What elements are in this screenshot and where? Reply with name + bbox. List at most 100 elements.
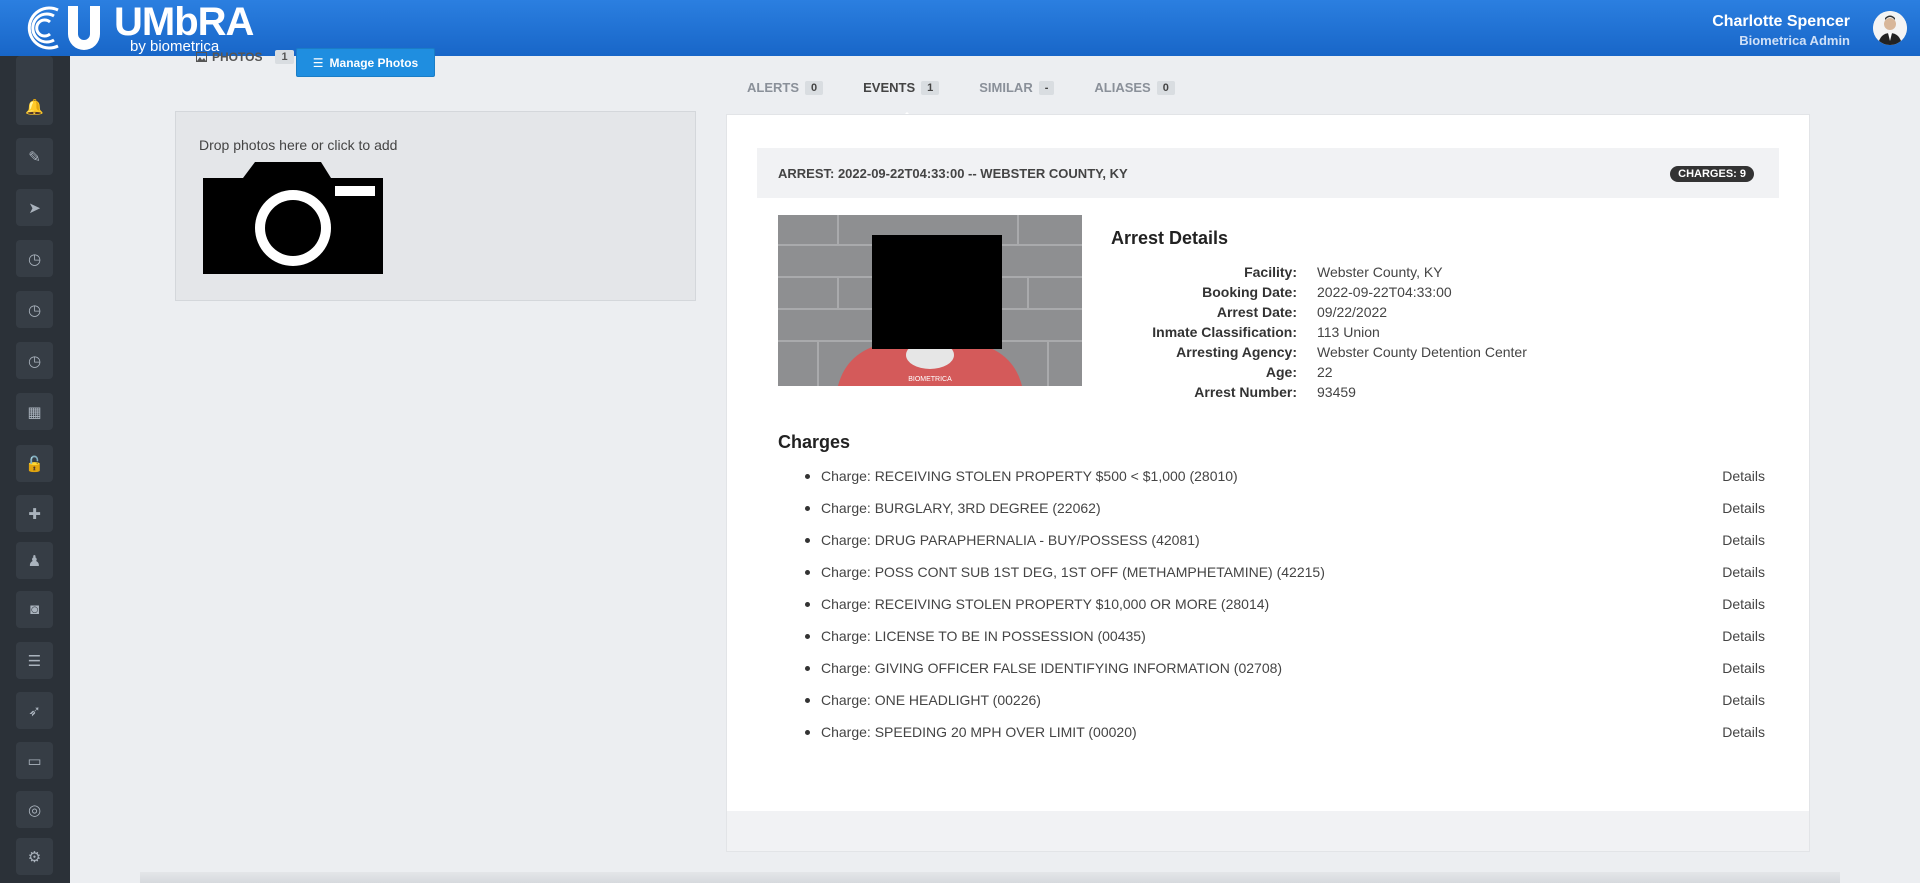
sidebar-item-book[interactable]: ▭ [16,742,53,779]
arrest-details-heading: Arrest Details [1111,228,1229,248]
avatar[interactable] [1873,11,1907,45]
sidebar-item-life-ring[interactable]: ◎ [16,791,53,828]
bottom-edge [140,872,1840,883]
tab-alerts[interactable]: ALERTS 0 [747,80,824,95]
detail-label: Booking Date: [1202,284,1297,300]
charge-details-link[interactable]: Details [1722,466,1765,486]
gears-icon: ⚙ [27,848,42,866]
charge-details-link[interactable]: Details [1722,562,1765,582]
paper-plane-icon: ➤ [28,199,41,217]
sidebar-item-plus[interactable]: ✚ [16,495,53,532]
detail-label: Arresting Agency: [1176,344,1297,360]
list-item: Charge: SPEEDING 20 MPH OVER LIMIT (0002… [778,722,1765,754]
manage-photos-label: Manage Photos [329,55,419,70]
charge-text: Charge: POSS CONT SUB 1ST DEG, 1ST OFF (… [821,564,1325,580]
bell-icon: 🔔 [25,98,44,116]
clock-icon: ◷ [27,352,42,370]
list-icon: ☰ [27,652,42,670]
detail-row: Arresting Agency: Webster County Detentio… [1117,342,1527,362]
tab-similar[interactable]: SIMILAR - [979,80,1055,95]
charge-details-link[interactable]: Details [1722,530,1765,550]
calendar-icon: ▦ [27,403,42,421]
list-item: Charge: RECEIVING STOLEN PROPERTY $500 <… [778,466,1765,498]
sidebar-item-person[interactable]: ♟ [16,542,53,579]
person-icon: ♟ [27,552,42,570]
tab-count-badge: 0 [805,80,824,95]
charge-details-link[interactable]: Details [1722,690,1765,710]
tab-count-badge: 0 [1156,80,1175,95]
record-tabs: ALERTS 0 EVENTS 1 SIMILAR - ALIASES 0 [747,80,1215,95]
detail-row: Arrest Number: 93459 [1117,382,1527,402]
sidebar-item-rocket[interactable]: ➶ [16,692,53,729]
manage-photos-button[interactable]: ☰ Manage Photos [296,48,435,77]
list-item: Charge: ONE HEADLIGHT (00226) Details [778,690,1765,722]
arrest-details-list: Facility: Webster County, KY Booking Date:… [1117,262,1527,402]
list-item: Charge: DRUG PARAPHERNALIA - BUY/POSSESS… [778,530,1765,562]
sidebar-item-camera[interactable]: ◙ [16,591,53,628]
tab-aliases[interactable]: ALIASES 0 [1094,80,1175,95]
tab-label: ALIASES [1094,80,1151,95]
bullet-icon [805,602,810,607]
arrest-title: ARREST: 2022-09-22T04:33:00 -- WEBSTER C… [778,166,1128,181]
sidebar-item-gears[interactable]: ⚙ [16,838,53,875]
charge-text: Charge: DRUG PARAPHERNALIA - BUY/POSSESS… [821,532,1200,548]
tab-count-badge: 1 [921,80,940,95]
tab-events[interactable]: EVENTS 1 [863,80,940,95]
charge-text: Charge: GIVING OFFICER FALSE IDENTIFYING… [821,660,1283,676]
detail-value: Webster County, KY [1317,264,1443,280]
sidebar-item-clock[interactable]: ◷ [16,342,53,379]
sidebar-item-bell[interactable]: 🔔 [16,88,53,125]
top-navbar: UMbRA by biometrica Charlotte Spencer Bi… [0,0,1920,56]
fingerprint-u-logo-icon [24,2,110,52]
charge-text: Charge: LICENSE TO BE IN POSSESSION (004… [821,628,1146,644]
list-item: Charge: BURGLARY, 3RD DEGREE (22062) Deta… [778,498,1765,530]
mugshot-image[interactable]: BIOMETRICA [778,215,1082,386]
user-name: Charlotte Spencer [1712,13,1850,30]
sidebar-item-paper-plane[interactable]: ➤ [16,189,53,226]
sidebar: 🔔 ✎ ➤ ◷ ◷ ◷ ▦ 🔓 ✚ ♟ ◙ ☰ ➶ ▭ ◎ ⚙ [0,56,70,883]
plus-icon: ✚ [28,505,41,523]
user-role: Biometrica Admin [1739,33,1850,48]
book-icon: ▭ [27,752,42,770]
sidebar-item-unlock[interactable]: 🔓 [16,445,53,482]
charge-details-link[interactable]: Details [1722,594,1765,614]
charge-details-link[interactable]: Details [1722,498,1765,518]
detail-value: Webster County Detention Center [1317,344,1527,360]
rocket-icon: ➶ [28,702,41,720]
list-item: Charge: LICENSE TO BE IN POSSESSION (004… [778,626,1765,658]
charge-details-link[interactable]: Details [1722,658,1765,678]
photos-count-badge: 1 [275,50,294,64]
photo-dropzone[interactable]: Drop photos here or click to add [175,111,696,301]
charge-text: Charge: RECEIVING STOLEN PROPERTY $500 <… [821,468,1238,484]
bullet-icon [805,538,810,543]
detail-row: Inmate Classification: 113 Union [1117,322,1527,342]
sidebar-item-calendar[interactable]: ▦ [16,393,53,430]
arrest-event-header[interactable]: ARREST: 2022-09-22T04:33:00 -- WEBSTER C… [757,148,1779,198]
charges-count-badge: CHARGES: 9 [1670,166,1754,182]
detail-label: Age: [1265,364,1297,380]
charge-text: Charge: ONE HEADLIGHT (00226) [821,692,1041,708]
charge-details-link[interactable]: Details [1722,626,1765,646]
bullet-icon [805,634,810,639]
charge-details-link[interactable]: Details [1722,722,1765,742]
list-item: Charge: POSS CONT SUB 1ST DEG, 1ST OFF (… [778,562,1765,594]
bullet-icon [805,506,810,511]
panel-footer [727,811,1809,851]
umbra-logo[interactable]: UMbRA by biometrica [24,2,254,54]
dropzone-text: Drop photos here or click to add [199,137,398,153]
sidebar-item-clock[interactable]: ◷ [16,291,53,328]
detail-label: Inmate Classification: [1152,324,1297,340]
photos-tab[interactable]: PHOTOS 1 [196,50,294,64]
tab-label: ALERTS [747,80,799,95]
detail-value: 93459 [1317,384,1356,400]
sidebar-item-pencil[interactable]: ✎ [16,138,53,175]
detail-value: 22 [1317,364,1333,380]
sidebar-item-clock[interactable]: ◷ [16,240,53,277]
detail-row: Arrest Date: 09/22/2022 [1117,302,1527,322]
user-menu[interactable]: Charlotte Spencer Biometrica Admin [1712,13,1850,48]
charge-text: Charge: BURGLARY, 3RD DEGREE (22062) [821,500,1101,516]
detail-label: Facility: [1244,264,1297,280]
sidebar-item-list[interactable]: ☰ [16,642,53,679]
camera-icon: ◙ [29,601,40,618]
image-icon [196,52,207,62]
